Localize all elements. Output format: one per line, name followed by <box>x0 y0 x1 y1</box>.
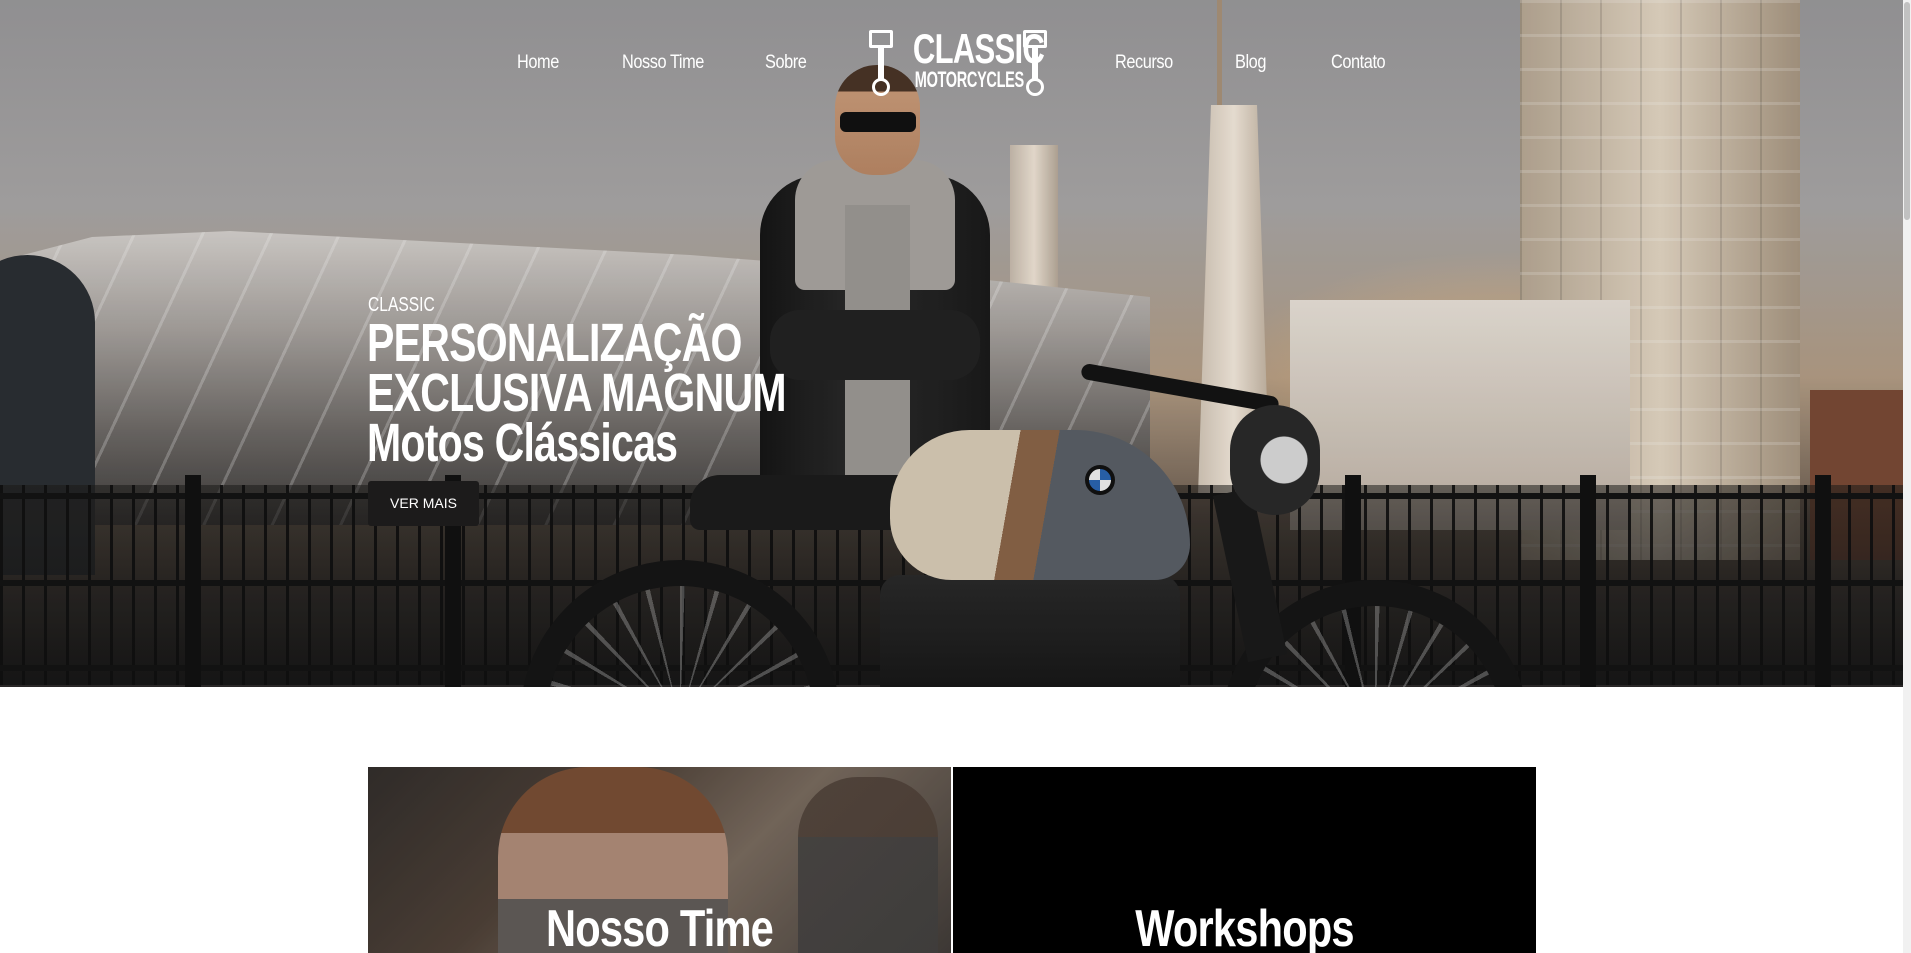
piston-icon <box>869 30 893 98</box>
logo-line-1: CLASSIC <box>912 25 1045 72</box>
hero-section <box>0 0 1903 687</box>
piston-icon <box>1023 30 1047 98</box>
ver-mais-button[interactable]: VER MAIS <box>368 481 479 526</box>
nav-sobre[interactable]: Sobre <box>765 52 807 74</box>
page-scrollbar[interactable] <box>1903 0 1911 953</box>
hero-overlay <box>0 0 1903 687</box>
nav-contato[interactable]: Contato <box>1331 52 1386 74</box>
nav-recurso[interactable]: Recurso <box>1115 52 1173 74</box>
card-nosso-time[interactable]: Nosso Time <box>368 767 951 953</box>
hero-headline-line-3: Motos Clássicas <box>367 413 678 473</box>
hero-headline-line-1: PERSONALIZAÇÃO <box>367 313 742 373</box>
scrollbar-thumb[interactable] <box>1904 2 1910 220</box>
card-workshops[interactable]: Workshops <box>953 767 1536 953</box>
site-logo[interactable]: CLASSIC MOTORCYCLES <box>869 28 1051 100</box>
card-title: Nosso Time <box>545 900 774 953</box>
hero-headline: PERSONALIZAÇÃO EXCLUSIVA MAGNUM Motos Cl… <box>367 313 787 473</box>
nav-blog[interactable]: Blog <box>1235 52 1266 74</box>
nav-nosso-time[interactable]: Nosso Time <box>622 52 704 74</box>
card-title: Workshops <box>1135 900 1354 953</box>
hero-headline-line-2: EXCLUSIVA MAGNUM <box>367 363 787 423</box>
logo-line-2: MOTORCYCLES <box>914 67 1024 92</box>
nav-home[interactable]: Home <box>517 52 559 74</box>
